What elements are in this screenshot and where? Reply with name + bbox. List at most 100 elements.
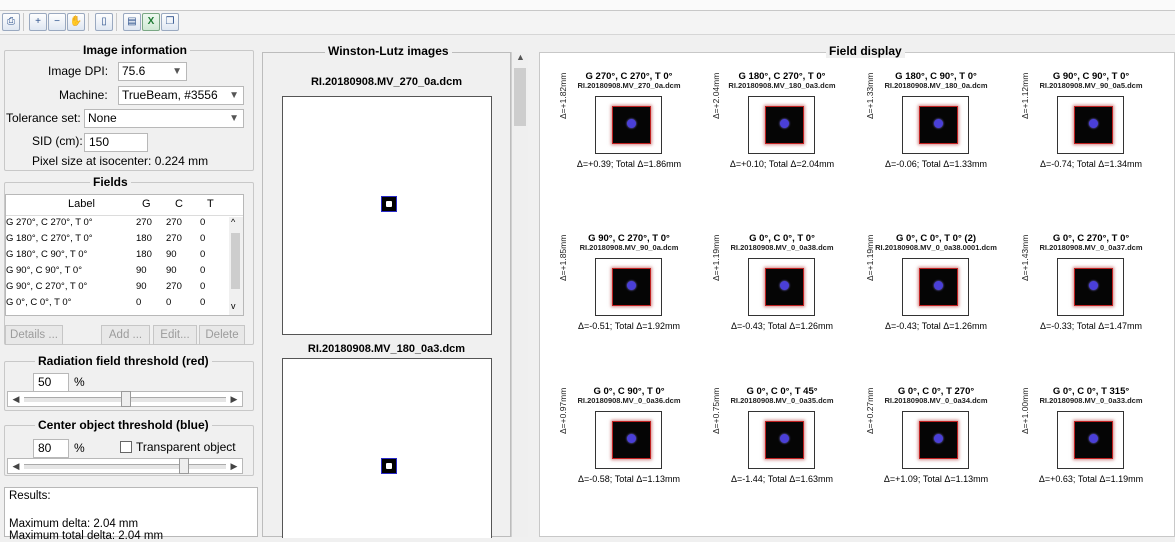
field-cell-filename: RI.20180908.MV_0_0a34.dcm — [884, 396, 988, 405]
machine-combo[interactable]: TrueBeam, #3556 ▼ — [118, 86, 244, 105]
transparent-object-checkbox[interactable] — [120, 441, 132, 453]
chevron-down-icon: ▼ — [229, 113, 239, 124]
scrollbar-thumb[interactable] — [231, 233, 240, 289]
details-button[interactable]: Details ... — [5, 325, 63, 345]
slider-left-arrow-icon[interactable]: ◀ — [9, 392, 23, 406]
wl-target-marker — [381, 196, 397, 212]
wl-image-2[interactable] — [282, 358, 492, 538]
table-cell-t: 0 — [200, 265, 206, 276]
pan-hand-icon[interactable]: ✋ — [67, 13, 85, 31]
field-cell-vertical-delta: Δ=+1.19mm — [711, 234, 721, 281]
radiation-field-square — [765, 268, 804, 306]
radiation-field-square — [919, 268, 958, 306]
rectangle-icon[interactable]: ▯ — [95, 13, 113, 31]
tolerance-set-combo[interactable]: None ▼ — [84, 109, 244, 128]
field-cell[interactable]: G 180°, C 270°, T 0° RI.20180908.MV_180_0… — [707, 71, 857, 181]
edit-button[interactable]: Edit... — [153, 325, 197, 345]
slider-thumb[interactable] — [121, 391, 131, 407]
field-cell[interactable]: G 180°, C 90°, T 0° RI.20180908.MV_180_0a… — [861, 71, 1011, 181]
radiation-field-square — [765, 421, 804, 459]
field-cell[interactable]: G 0°, C 90°, T 0° RI.20180908.MV_0_0a36.d… — [554, 386, 704, 496]
center-object-dot — [934, 281, 943, 290]
field-cell-image — [748, 96, 815, 154]
radiation-threshold-input[interactable]: 50 — [33, 373, 69, 392]
radiation-field-square — [919, 421, 958, 459]
field-cell-vertical-delta: Δ=+1.33mm — [865, 72, 875, 119]
field-cell-filename: RI.20180908.MV_0_0a37.dcm — [1039, 243, 1143, 252]
wl-image-filename: RI.20180908.MV_270_0a.dcm — [310, 76, 463, 88]
field-cell-vertical-delta: Δ=+1.85mm — [558, 234, 568, 281]
excel-export-icon[interactable]: X — [142, 13, 160, 31]
radiation-field-square — [1074, 268, 1113, 306]
field-cell[interactable]: G 90°, C 90°, T 0° RI.20180908.MV_90_0a5.… — [1016, 71, 1166, 181]
table-row[interactable]: G 180°, C 90°, T 0° 180 90 0 — [6, 249, 221, 262]
field-cell[interactable]: G 0°, C 0°, T 0° (2) RI.20180908.MV_0_0a3… — [861, 233, 1011, 343]
delete-button[interactable]: Delete — [199, 325, 245, 345]
field-cell-vertical-delta: Δ=+1.43mm — [1020, 234, 1030, 281]
column-label: Label — [68, 198, 95, 210]
fields-table-header: Label G C T — [6, 195, 243, 216]
field-cell[interactable]: G 0°, C 0°, T 270° RI.20180908.MV_0_0a34.… — [861, 386, 1011, 496]
field-cell-image — [1057, 258, 1124, 316]
window-top-edge — [0, 0, 1175, 11]
table-row[interactable]: G 90°, C 270°, T 0° 90 270 0 — [6, 281, 221, 294]
add-button[interactable]: Add ... — [101, 325, 150, 345]
radiation-field-square — [612, 421, 651, 459]
center-threshold-slider[interactable]: ◀ ▶ — [7, 458, 243, 474]
clipboard-icon[interactable]: ❐ — [161, 13, 179, 31]
zoom-out-icon[interactable]: − — [48, 13, 66, 31]
scroll-down-icon[interactable]: v — [231, 301, 236, 311]
radiation-field-square — [1074, 421, 1113, 459]
radiation-threshold-title: Radiation field threshold (red) — [35, 354, 212, 368]
winston-lutz-scrollbar[interactable]: ▲ — [511, 52, 528, 537]
scroll-up-icon[interactable]: ^ — [231, 217, 235, 227]
field-cell[interactable]: G 270°, C 270°, T 0° RI.20180908.MV_270_0… — [554, 71, 704, 181]
table-cell-g: 180 — [136, 233, 152, 244]
image-dpi-combo[interactable]: 75.6 ▼ — [118, 62, 187, 81]
center-object-dot — [1089, 281, 1098, 290]
field-cell-vertical-delta: Δ=+0.75mm — [711, 387, 721, 434]
fields-table-scrollbar[interactable]: ^ v — [229, 217, 243, 315]
slider-left-arrow-icon[interactable]: ◀ — [9, 459, 23, 473]
table-row[interactable]: G 180°, C 270°, T 0° 180 270 0 — [6, 233, 221, 246]
fields-table[interactable]: Label G C T G 270°, C 270°, T 0° 270 270 0 G… — [5, 194, 244, 316]
scroll-up-icon[interactable]: ▲ — [516, 52, 525, 62]
slider-thumb[interactable] — [179, 458, 190, 474]
field-cell[interactable]: G 0°, C 0°, T 315° RI.20180908.MV_0_0a33.… — [1016, 386, 1166, 496]
field-cell-summary: Δ=-0.06; Total Δ=1.33mm — [884, 159, 988, 169]
field-cell-filename: RI.20180908.MV_0_0a38.0001.dcm — [875, 243, 997, 252]
field-cell[interactable]: G 0°, C 270°, T 0° RI.20180908.MV_0_0a37.… — [1016, 233, 1166, 343]
field-cell-vertical-delta: Δ=+1.19mm — [865, 234, 875, 281]
field-cell[interactable]: G 90°, C 270°, T 0° RI.20180908.MV_90_0a.… — [554, 233, 704, 343]
results-box: Results: Maximum delta: 2.04 mm Maximum … — [4, 487, 258, 542]
table-cell-t: 0 — [200, 281, 206, 292]
field-cell[interactable]: G 0°, C 0°, T 0° RI.20180908.MV_0_0a38.dc… — [707, 233, 857, 343]
report-icon[interactable]: ▤ — [123, 13, 141, 31]
field-cell-image — [748, 258, 815, 316]
table-cell-t: 0 — [200, 217, 206, 228]
slider-right-arrow-icon[interactable]: ▶ — [227, 459, 241, 473]
sid-input[interactable]: 150 — [84, 133, 148, 152]
winston-lutz-title: Winston-Lutz images — [325, 44, 452, 58]
table-row[interactable]: G 90°, C 90°, T 0° 90 90 0 — [6, 265, 221, 278]
field-cell[interactable]: G 0°, C 0°, T 45° RI.20180908.MV_0_0a35.d… — [707, 386, 857, 496]
table-cell-c: 90 — [166, 265, 177, 276]
field-cell-filename: RI.20180908.MV_90_0a5.dcm — [1039, 81, 1143, 90]
center-object-dot — [934, 434, 943, 443]
wl-image-1[interactable] — [282, 96, 492, 335]
tolerance-set-value: None — [88, 111, 117, 125]
table-cell-g: 270 — [136, 217, 152, 228]
field-cell-summary: Δ=-0.58; Total Δ=1.13mm — [577, 474, 681, 484]
slider-right-arrow-icon[interactable]: ▶ — [227, 392, 241, 406]
center-threshold-input[interactable]: 80 — [33, 439, 69, 458]
field-cell-image — [902, 96, 969, 154]
table-row[interactable]: G 270°, C 270°, T 0° 270 270 0 — [6, 217, 221, 230]
zoom-in-icon[interactable]: + — [29, 13, 47, 31]
field-cell-vertical-delta: Δ=+1.12mm — [1020, 72, 1030, 119]
wl-target-marker — [381, 458, 397, 474]
field-cell-filename: RI.20180908.MV_0_0a35.dcm — [730, 396, 834, 405]
radiation-threshold-slider[interactable]: ◀ ▶ — [7, 391, 243, 407]
print-icon[interactable]: ⎙ — [2, 13, 20, 31]
table-row[interactable]: G 0°, C 0°, T 0° 0 0 0 — [6, 297, 221, 310]
scrollbar-thumb[interactable] — [514, 68, 526, 126]
